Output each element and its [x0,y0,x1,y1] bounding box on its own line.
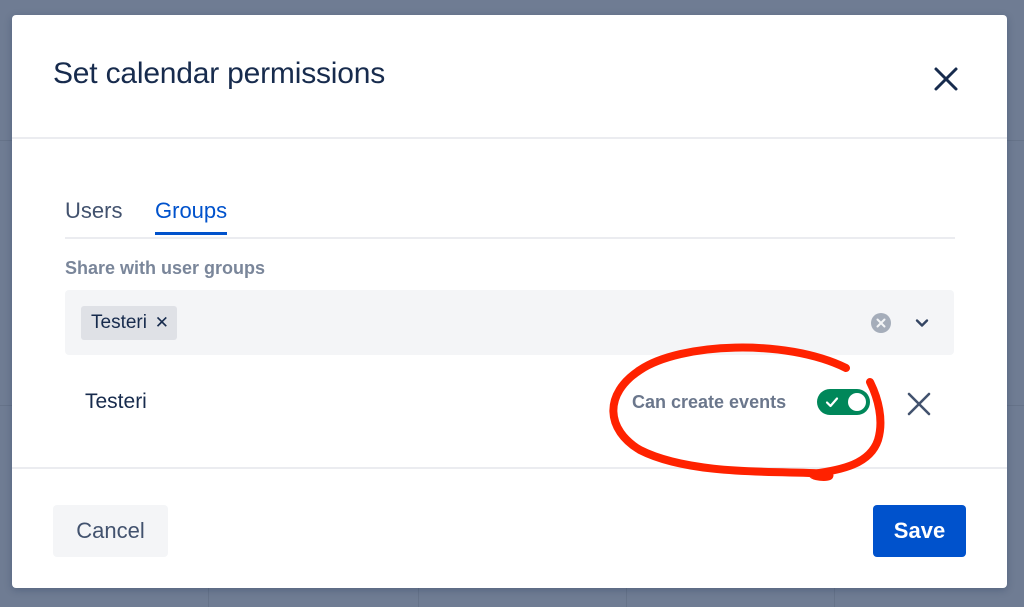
dialog-footer: Cancel Save [12,467,1007,588]
clear-circle-icon[interactable] [870,312,892,334]
tab-groups[interactable]: Groups [155,198,228,235]
save-button[interactable]: Save [873,505,966,557]
check-icon [825,397,839,408]
share-groups-label: Share with user groups [65,258,266,278]
group-select[interactable]: Testeri ✕ [65,290,954,355]
dialog-header: Set calendar permissions [12,15,1007,139]
permission-label: Can create events [632,392,787,412]
group-permission-row: Testeri Can create events [65,370,954,432]
chip-label: Testeri [91,312,147,333]
cancel-button[interactable]: Cancel [53,505,168,557]
permissions-dialog: Set calendar permissions Users Groups Sh… [12,15,1007,588]
close-icon [907,392,931,416]
close-icon [934,67,958,91]
tab-bar: Users Groups [65,195,955,239]
remove-group-button[interactable] [905,390,933,418]
chip-remove-icon[interactable]: ✕ [155,306,169,340]
toggle-knob [848,393,866,411]
tab-users[interactable]: Users [65,198,122,234]
selected-group-chip: Testeri ✕ [81,306,177,340]
chevron-down-icon[interactable] [913,314,931,332]
group-row-name: Testeri [85,390,147,413]
close-button[interactable] [927,60,965,98]
dialog-title: Set calendar permissions [53,57,386,90]
can-create-events-toggle[interactable] [817,389,870,415]
